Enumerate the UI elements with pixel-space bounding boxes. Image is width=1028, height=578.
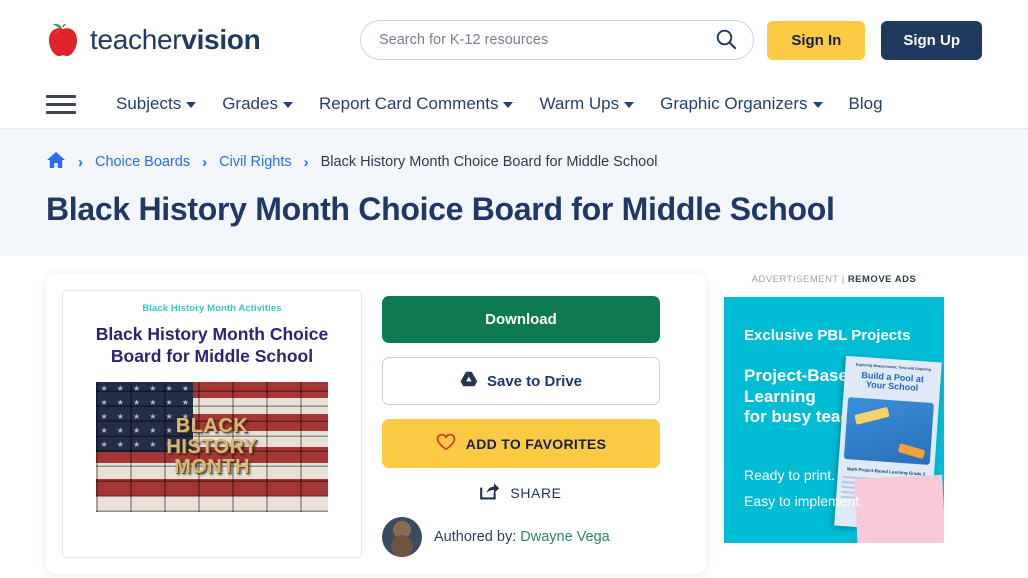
nav-item-subjects[interactable]: Subjects xyxy=(116,94,197,114)
search-bar[interactable] xyxy=(360,20,754,60)
header-auth-actions: Sign In Sign Up xyxy=(767,20,982,60)
breadcrumb-separator: › xyxy=(78,153,83,171)
ad-subline-1: Ready to print. xyxy=(744,467,836,483)
preview-kicker: Black History Month Activities xyxy=(142,303,282,314)
sign-in-button[interactable]: Sign In xyxy=(767,20,866,60)
ad-kicker: Exclusive PBL Projects xyxy=(744,327,911,344)
advertisement-column: ADVERTISEMENT | REMOVE ADS Exclusive PBL… xyxy=(724,274,944,574)
add-to-favorites-button[interactable]: ADD TO FAVORITES xyxy=(382,419,660,468)
nav-label: Report Card Comments xyxy=(318,94,499,113)
nav-label: Grades xyxy=(222,94,278,113)
page-title: Black History Month Choice Board for Mid… xyxy=(46,191,835,227)
author-avatar xyxy=(382,517,422,557)
sign-up-button[interactable]: Sign Up xyxy=(881,20,982,60)
black-history-month-flag-image: ★★★★★★ ★★★★★★ ★★★★★★ ★★★★★★ ★★★★★★ BLACK… xyxy=(96,381,328,512)
resource-preview-thumbnail[interactable]: Black History Month Activities Black His… xyxy=(62,290,362,558)
nav-item-blog[interactable]: Blog xyxy=(849,94,883,114)
remove-ads-link[interactable]: REMOVE ADS xyxy=(848,274,917,285)
author-name-link[interactable]: Dwayne Vega xyxy=(520,529,609,545)
add-to-favorites-label: ADD TO FAVORITES xyxy=(465,435,607,452)
save-to-drive-button[interactable]: Save to Drive xyxy=(382,357,660,405)
chevron-down-icon xyxy=(503,102,514,108)
search-input[interactable] xyxy=(379,32,715,48)
logo-text-teacher: teacher xyxy=(90,24,182,55)
advertisement-label: ADVERTISEMENT | REMOVE ADS xyxy=(724,274,944,285)
search-icon xyxy=(715,28,737,53)
breadcrumb-separator: › xyxy=(202,153,208,171)
nav-label: Subjects xyxy=(116,94,182,113)
hamburger-bar xyxy=(46,110,76,114)
hamburger-bar xyxy=(46,94,76,98)
search-submit-button[interactable] xyxy=(715,28,737,53)
chevron-down-icon xyxy=(812,102,823,108)
advertisement-text: ADVERTISEMENT | xyxy=(751,274,845,285)
nav-item-grades[interactable]: Grades xyxy=(222,94,293,114)
share-icon xyxy=(480,482,500,503)
heart-icon xyxy=(436,433,456,454)
chevron-down-icon xyxy=(282,102,293,108)
preview-title: Black History Month Choice Board for Mid… xyxy=(95,324,329,366)
chevron-down-icon xyxy=(624,102,635,108)
ad-worksheet-image-secondary xyxy=(854,474,944,543)
save-to-drive-label: Save to Drive xyxy=(486,372,583,390)
flag-headline-text: BLACK HISTORY MONTH xyxy=(96,382,328,512)
breadcrumb: › Choice Boards › Civil Rights › Black H… xyxy=(46,151,982,173)
site-header: teachervision Sign In Sign Up xyxy=(0,0,1028,80)
worksheet-artwork xyxy=(843,396,934,465)
chevron-down-icon xyxy=(186,102,197,108)
red-apple-icon xyxy=(46,22,80,58)
resource-card: Black History Month Activities Black His… xyxy=(46,274,706,574)
nav-item-graphic-organizers[interactable]: Graphic Organizers xyxy=(660,94,823,114)
flag-text-line3: MONTH xyxy=(174,455,250,478)
share-button[interactable]: SHARE xyxy=(382,468,660,513)
resource-actions: Download Save to Drive ADD TO FAVORITES … xyxy=(382,290,660,558)
flag-text-line1: BLACK xyxy=(175,415,249,438)
home-icon[interactable] xyxy=(46,151,66,173)
author-text: Authored by: Dwayne Vega xyxy=(434,529,610,545)
main-navigation: Subjects Grades Report Card Comments War… xyxy=(0,80,1028,128)
site-logo[interactable]: teachervision xyxy=(46,22,346,58)
flag-text-line2: HISTORY xyxy=(166,435,258,458)
ad-subline-2: Easy to implement. xyxy=(744,493,864,509)
nav-label: Blog xyxy=(848,94,883,113)
google-drive-icon xyxy=(460,371,478,391)
hamburger-menu-icon[interactable] xyxy=(46,94,76,114)
share-label: SHARE xyxy=(510,484,562,501)
logo-wordmark: teachervision xyxy=(90,24,261,56)
breadcrumb-separator: › xyxy=(303,153,309,171)
breadcrumb-item-civil-rights[interactable]: Civil Rights xyxy=(219,154,292,170)
author-row: Authored by: Dwayne Vega xyxy=(382,513,660,557)
nav-label: Graphic Organizers xyxy=(660,94,808,113)
main-content: Black History Month Activities Black His… xyxy=(0,256,1028,574)
nav-label: Warm Ups xyxy=(539,94,620,113)
worksheet-title: Build a Pool at Your School xyxy=(849,370,936,395)
download-button[interactable]: Download xyxy=(382,296,660,343)
breadcrumb-item-choice-boards[interactable]: Choice Boards xyxy=(95,154,190,170)
breadcrumb-item-current: Black History Month Choice Board for Mid… xyxy=(320,154,658,170)
page-banner: › Choice Boards › Civil Rights › Black H… xyxy=(0,128,1028,256)
authored-by-label: Authored by: xyxy=(434,529,517,545)
logo-text-vision: vision xyxy=(181,24,261,55)
nav-item-warm-ups[interactable]: Warm Ups xyxy=(539,94,635,114)
hamburger-bar xyxy=(46,102,76,106)
advertisement-banner[interactable]: Exclusive PBL Projects Project-Based Lea… xyxy=(724,297,944,543)
nav-item-report-card-comments[interactable]: Report Card Comments xyxy=(319,94,514,114)
